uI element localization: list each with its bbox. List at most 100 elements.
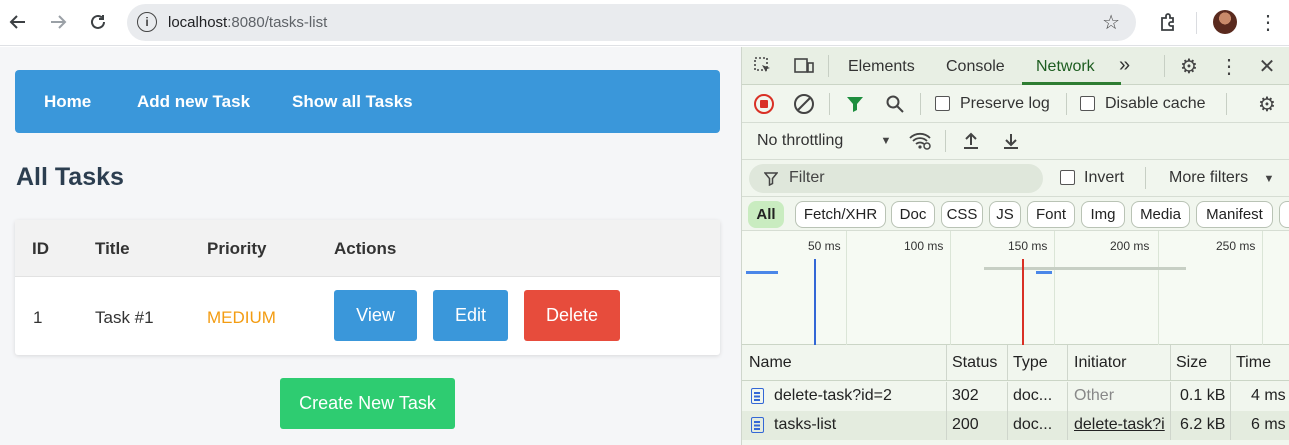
inspect-element-icon[interactable] [752, 55, 774, 77]
filter-row: Filter Invert More filters ▼ [742, 160, 1289, 197]
tasks-table: ID Title Priority Actions 1 Task #1 MEDI… [15, 220, 720, 355]
column-divider [1230, 345, 1231, 380]
document-icon [751, 388, 764, 404]
column-header-size[interactable]: Size [1176, 354, 1207, 372]
nav-add-task-link[interactable]: Add new Task [137, 92, 250, 112]
timeline-gridline [950, 231, 951, 345]
request-row[interactable]: delete-task?id=2 302 doc... Other 0.1 kB… [742, 382, 1289, 411]
filter-placeholder: Filter [789, 169, 825, 186]
invert-checkbox[interactable] [1060, 170, 1075, 185]
network-settings-gear-icon[interactable]: ⚙ [1256, 93, 1278, 116]
browser-toolbar: i localhost:8080/tasks-list ☆ ⋮ [0, 0, 1289, 46]
request-type: doc... [1013, 387, 1053, 404]
chevron-down-icon[interactable]: ▼ [1261, 170, 1277, 188]
forward-icon[interactable] [44, 8, 72, 36]
more-tabs-button[interactable]: » [1119, 54, 1130, 77]
filter-funnel-icon[interactable] [844, 93, 866, 115]
column-header-name[interactable]: Name [749, 354, 792, 372]
stop-recording-icon[interactable] [753, 93, 775, 115]
view-button[interactable]: View [334, 290, 417, 341]
column-header-time[interactable]: Time [1236, 354, 1271, 372]
type-filter-fetch-xhr[interactable]: Fetch/XHR [795, 201, 886, 228]
request-bar [746, 271, 778, 274]
request-size: 6.2 kB [1180, 416, 1226, 433]
disable-cache-label: Disable cache [1105, 95, 1206, 112]
toolbar-divider [1226, 93, 1227, 115]
export-har-download-icon[interactable] [1000, 130, 1022, 152]
request-name: tasks-list [774, 416, 837, 433]
type-filter-manifest[interactable]: Manifest [1196, 201, 1273, 228]
delete-button[interactable]: Delete [524, 290, 620, 341]
column-divider [1170, 411, 1171, 440]
device-toolbar-icon[interactable] [792, 55, 816, 77]
request-initiator-link[interactable]: delete-task?i [1074, 416, 1168, 434]
back-icon[interactable] [4, 8, 32, 36]
column-divider [1230, 411, 1231, 440]
chevron-down-icon[interactable]: ▼ [878, 132, 894, 150]
column-divider [1170, 382, 1171, 411]
extensions-icon[interactable] [1154, 8, 1182, 36]
type-filter-media[interactable]: Media [1131, 201, 1190, 228]
close-devtools-icon[interactable]: ✕ [1256, 55, 1278, 78]
column-header-initiator[interactable]: Initiator [1074, 354, 1126, 372]
type-filter-overflow[interactable] [1279, 201, 1289, 228]
invert-label: Invert [1084, 169, 1125, 186]
type-filter-js[interactable]: JS [989, 201, 1021, 228]
edit-button[interactable]: Edit [433, 290, 508, 341]
devtools-menu-icon[interactable]: ⋮ [1218, 55, 1240, 78]
column-header-id: ID [32, 239, 49, 258]
request-bar [1036, 271, 1052, 274]
column-divider [1067, 345, 1068, 380]
address-bar[interactable]: i localhost:8080/tasks-list ☆ [127, 4, 1136, 41]
column-header-status[interactable]: Status [952, 354, 997, 372]
toolbar-divider [945, 130, 946, 152]
network-conditions-wifi-icon[interactable] [908, 130, 932, 152]
screen: i localhost:8080/tasks-list ☆ ⋮ Home Add… [0, 0, 1289, 445]
clear-log-icon[interactable] [793, 93, 815, 115]
column-header-type[interactable]: Type [1013, 354, 1048, 372]
request-size: 0.1 kB [1180, 387, 1226, 404]
search-icon[interactable] [884, 93, 906, 115]
profile-avatar[interactable] [1213, 10, 1237, 34]
reload-icon[interactable] [84, 8, 112, 36]
column-divider [1170, 345, 1171, 380]
throttling-select[interactable]: No throttling [757, 132, 843, 150]
create-task-button[interactable]: Create New Task [280, 378, 455, 429]
bookmark-star-icon[interactable]: ☆ [1102, 10, 1120, 35]
timeline-label: 50 ms [808, 239, 841, 253]
request-status: 302 [952, 387, 979, 404]
filter-input[interactable]: Filter [749, 164, 1043, 193]
tab-network[interactable]: Network [1036, 58, 1095, 76]
toolbar-divider [1196, 12, 1197, 34]
timeline-label: 100 ms [904, 239, 944, 253]
type-filter-all[interactable]: All [748, 201, 784, 228]
type-filter-font[interactable]: Font [1027, 201, 1075, 228]
table-header: ID Title Priority Actions [15, 220, 720, 277]
request-row[interactable]: tasks-list 200 doc... delete-task?i 6.2 … [742, 411, 1289, 440]
preserve-log-checkbox[interactable] [935, 96, 950, 111]
network-toolbar: Preserve log Disable cache ⚙ [742, 86, 1289, 123]
task-id: 1 [33, 308, 43, 327]
timeline-gridline [1158, 231, 1159, 345]
site-info-icon[interactable]: i [137, 12, 157, 32]
settings-gear-icon[interactable]: ⚙ [1178, 55, 1200, 78]
tab-console[interactable]: Console [946, 58, 1005, 76]
requests-table-header: Name Status Type Initiator Size Time [742, 345, 1289, 381]
nav-home-link[interactable]: Home [44, 92, 91, 112]
disable-cache-checkbox[interactable] [1080, 96, 1095, 111]
timeline-gridline [846, 231, 847, 345]
nav-show-tasks-link[interactable]: Show all Tasks [292, 92, 413, 112]
tab-elements[interactable]: Elements [848, 58, 915, 76]
column-divider [1067, 411, 1068, 440]
import-har-upload-icon[interactable] [960, 130, 982, 152]
column-divider [1007, 411, 1008, 440]
type-filter-doc[interactable]: Doc [891, 201, 935, 228]
network-timeline-overview[interactable]: 50 ms 100 ms 150 ms 200 ms 250 ms [742, 231, 1289, 345]
tab-divider [828, 55, 829, 77]
type-filter-css[interactable]: CSS [941, 201, 983, 228]
type-filter-img[interactable]: Img [1081, 201, 1125, 228]
browser-menu-icon[interactable]: ⋮ [1254, 8, 1282, 36]
url-text: localhost:8080/tasks-list [168, 14, 328, 31]
more-filters-dropdown[interactable]: More filters [1169, 169, 1248, 187]
column-divider [1007, 382, 1008, 411]
